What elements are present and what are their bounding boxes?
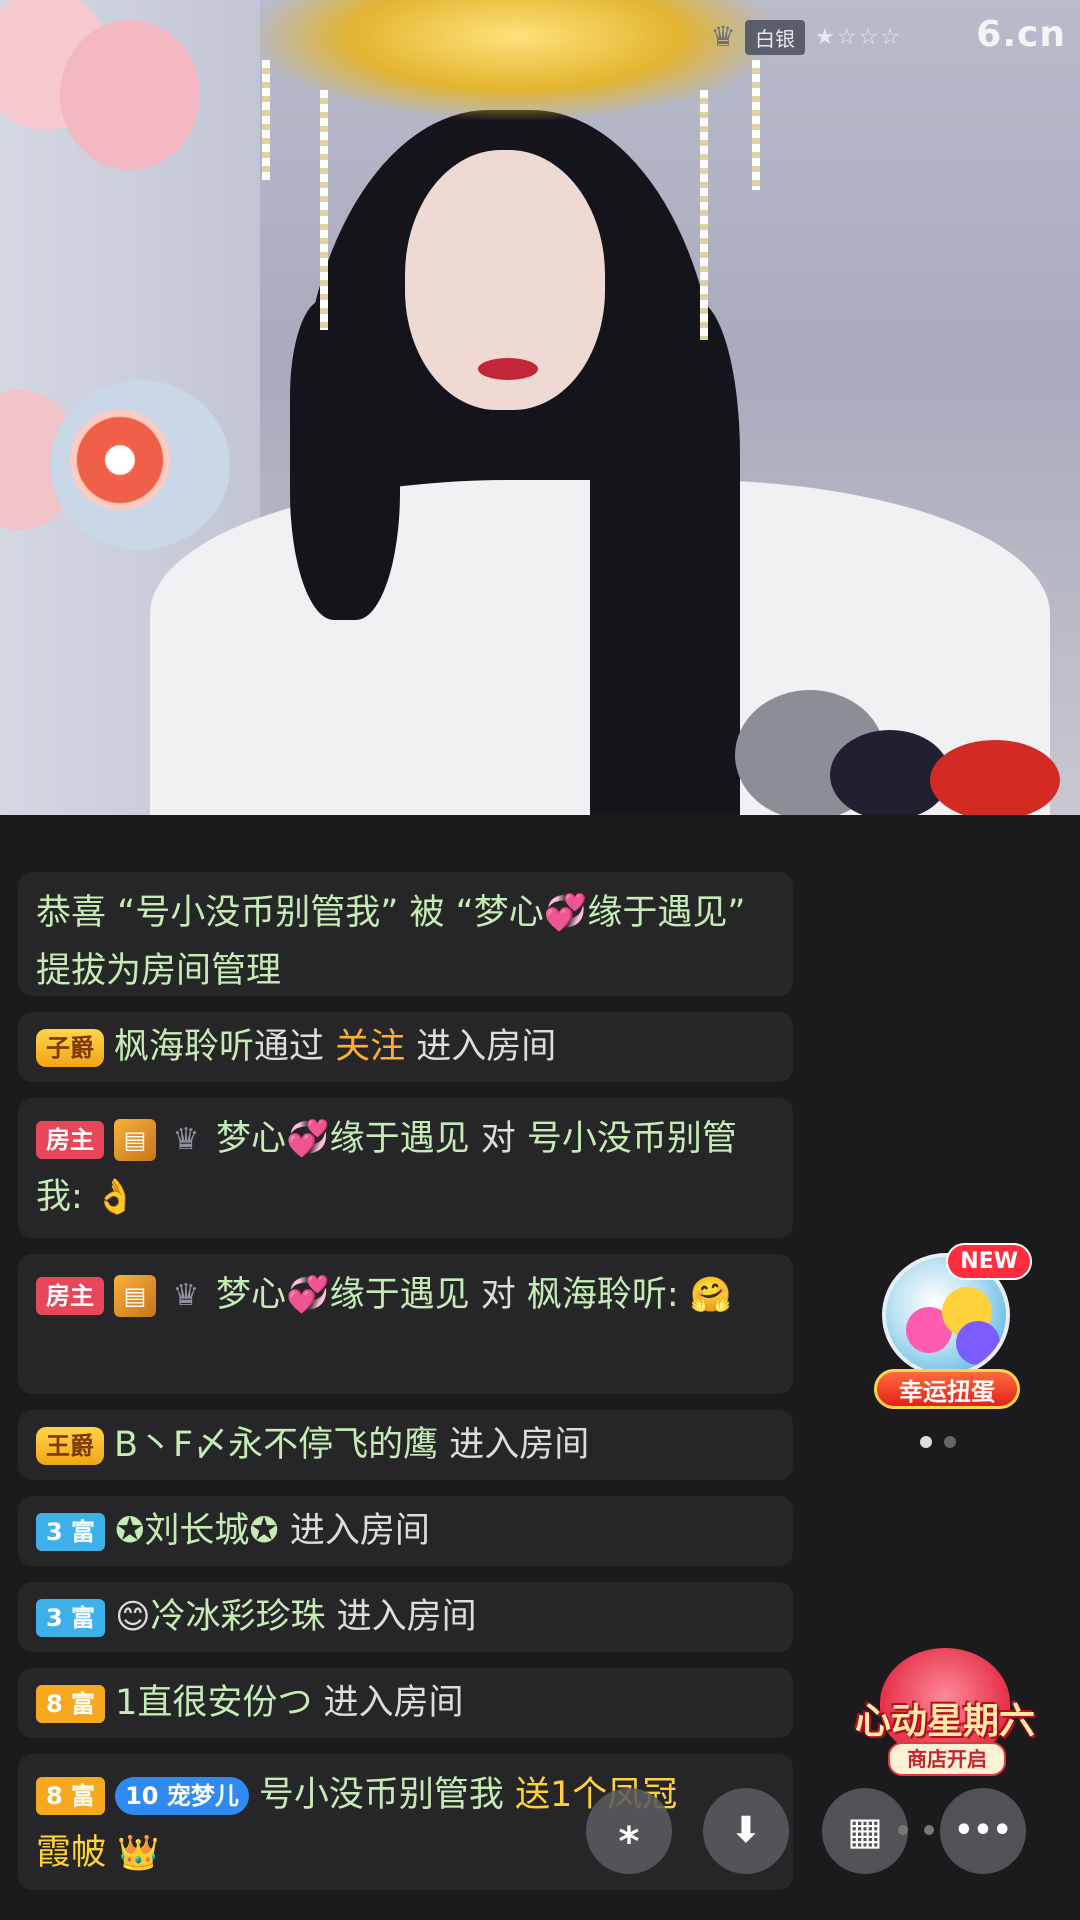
chat-message-enter: 8 富 1直很安份つ 进入房间 bbox=[18, 1668, 793, 1738]
username[interactable]: B丶F〆永不停飞的鹰 bbox=[114, 1425, 438, 1465]
hair bbox=[590, 300, 740, 815]
username[interactable]: 1直很安份つ bbox=[115, 1683, 312, 1723]
gold-bar-icon: ▤ bbox=[114, 1119, 156, 1161]
gift-text: 霞帔 bbox=[36, 1833, 107, 1873]
chat-message-enter: 3 富 😊冷冰彩珍珠 进入房间 bbox=[18, 1582, 793, 1652]
live-video-stream[interactable]: ♛ 白银 ★☆☆☆ 6.cn bbox=[0, 0, 1080, 815]
sender-name[interactable]: 梦心 bbox=[216, 1119, 286, 1159]
heart-icon: 💞 bbox=[543, 893, 588, 933]
widget-pager[interactable] bbox=[920, 1436, 956, 1448]
hug-emoji: 🤗 bbox=[689, 1275, 733, 1315]
chat-message-enter: 子爵 枫海聆听通过 关注 进入房间 bbox=[18, 1012, 793, 1082]
room-owner-badge: 房主 bbox=[36, 1121, 104, 1159]
share-icon: ⁎ bbox=[618, 1808, 640, 1854]
noble-badge-viscount: 子爵 bbox=[36, 1029, 104, 1067]
chat-message-enter: 3 富 ✪刘长城✪ 进入房间 bbox=[18, 1496, 793, 1566]
wealth-level-badge: 8 富 bbox=[36, 1685, 106, 1723]
chat-message: 房主 ▤ ♛ 梦心💞缘于遇见 对 号小没币别管我: 👌 bbox=[18, 1098, 793, 1238]
wing-rank-icon: ♛ bbox=[172, 1122, 200, 1157]
chat-message-system: 恭喜 “号小没币别管我” 被 “梦心💞缘于遇见” 提拔为房间管理 bbox=[18, 872, 793, 996]
wealth-level-badge: 8 富 bbox=[36, 1777, 106, 1815]
via-text: 通过 bbox=[254, 1027, 336, 1067]
follow-action: 关注 bbox=[335, 1027, 406, 1067]
promo-subtitle: 商店开启 bbox=[888, 1742, 1006, 1776]
menu-grid-button[interactable]: ▦ bbox=[822, 1788, 908, 1874]
promo-title: 心动星期六 bbox=[854, 1701, 1035, 1742]
crown-tassel bbox=[262, 60, 270, 180]
chat-message-gift: 8 富 10 宠梦儿 号小没币别管我 送1个凤冠 霞帔 👑 bbox=[18, 1754, 793, 1890]
rank-stars: ★☆☆☆ bbox=[815, 24, 902, 50]
target-name[interactable]: 枫海聆听: bbox=[527, 1275, 679, 1315]
toolbar-dot bbox=[898, 1825, 908, 1835]
pager-dot bbox=[944, 1436, 956, 1448]
wing-rank-icon: ♛ bbox=[172, 1278, 200, 1313]
download-icon: ⬇ bbox=[730, 1810, 762, 1851]
more-button[interactable]: ••• bbox=[940, 1788, 1026, 1874]
capsule-ball bbox=[956, 1321, 1000, 1365]
heartbeat-saturday-promo[interactable]: 心动星期六 商店开启 bbox=[840, 1640, 1050, 1780]
pager-dot-active bbox=[920, 1436, 932, 1448]
flower-decoration bbox=[70, 410, 170, 510]
pet-badge: 10 宠梦儿 bbox=[115, 1777, 249, 1815]
anchor-rank-badge[interactable]: ♛ 白银 ★☆☆☆ bbox=[705, 19, 902, 55]
grid-icon: ▦ bbox=[847, 1809, 883, 1853]
heart-icon: 💞 bbox=[286, 1119, 330, 1159]
smile-emoji: 😊 bbox=[115, 1597, 151, 1637]
pet-level: 10 bbox=[125, 1782, 159, 1810]
heart-icon: 💞 bbox=[286, 1275, 330, 1315]
username[interactable]: 冷冰彩珍珠 bbox=[151, 1597, 326, 1637]
enter-room-text: 进入房间 bbox=[325, 1597, 477, 1637]
gold-bar-icon: ▤ bbox=[114, 1275, 156, 1317]
more-icon: ••• bbox=[954, 1813, 1012, 1848]
site-logo: 6.cn bbox=[976, 14, 1066, 55]
pet-name: 宠梦儿 bbox=[166, 1782, 239, 1810]
chat-message: 房主 ▤ ♛ 梦心💞缘于遇见 对 枫海聆听: 🤗 bbox=[18, 1254, 793, 1394]
toolbar-dot bbox=[924, 1825, 934, 1835]
enter-room-text: 进入房间 bbox=[405, 1027, 557, 1067]
username[interactable]: 枫海聆听 bbox=[114, 1027, 254, 1067]
to-word: 对 bbox=[469, 1119, 527, 1159]
phoenix-crown-gift-icon: 👑 bbox=[117, 1833, 160, 1873]
crown-tassel bbox=[700, 90, 708, 340]
chat-message-enter: 王爵 B丶F〆永不停飞的鹰 进入房间 bbox=[18, 1410, 793, 1480]
noble-badge-king: 王爵 bbox=[36, 1427, 104, 1465]
system-text: 恭喜 “号小没币别管我” 被 “梦心 bbox=[36, 893, 544, 933]
enter-room-text: 进入房间 bbox=[438, 1425, 590, 1465]
share-button[interactable]: ⁎ bbox=[586, 1788, 672, 1874]
to-word: 对 bbox=[469, 1275, 527, 1315]
sender-name[interactable]: 梦心 bbox=[216, 1275, 286, 1315]
sender-name[interactable]: 缘于遇见 bbox=[330, 1275, 470, 1315]
room-owner-badge: 房主 bbox=[36, 1277, 104, 1315]
wealth-level-badge: 3 富 bbox=[36, 1599, 106, 1637]
enter-room-text: 进入房间 bbox=[278, 1511, 430, 1551]
lucky-egg-widget[interactable]: NEW 幸运扭蛋 bbox=[872, 1243, 1032, 1419]
crown-tassel bbox=[320, 90, 328, 330]
balloon-decoration bbox=[60, 20, 200, 170]
username[interactable]: ✪刘长城✪ bbox=[115, 1511, 279, 1551]
lips bbox=[478, 358, 538, 380]
crown-tassel bbox=[752, 60, 760, 190]
new-badge: NEW bbox=[946, 1243, 1032, 1280]
sender-name[interactable]: 缘于遇见 bbox=[330, 1119, 470, 1159]
username[interactable]: 号小没币别管我 bbox=[259, 1775, 515, 1815]
lucky-egg-label: 幸运扭蛋 bbox=[874, 1369, 1020, 1409]
rank-emblem-icon: ♛ bbox=[710, 20, 736, 53]
ok-hand-emoji: 👌 bbox=[93, 1177, 137, 1217]
phoenix-crown-effect bbox=[255, 0, 775, 120]
wealth-level-badge: 3 富 bbox=[36, 1513, 106, 1551]
download-button[interactable]: ⬇ bbox=[703, 1788, 789, 1874]
enter-room-text: 进入房间 bbox=[312, 1683, 464, 1723]
plush-toy bbox=[930, 740, 1060, 815]
hair bbox=[290, 300, 400, 620]
rank-label: 白银 bbox=[745, 19, 805, 55]
